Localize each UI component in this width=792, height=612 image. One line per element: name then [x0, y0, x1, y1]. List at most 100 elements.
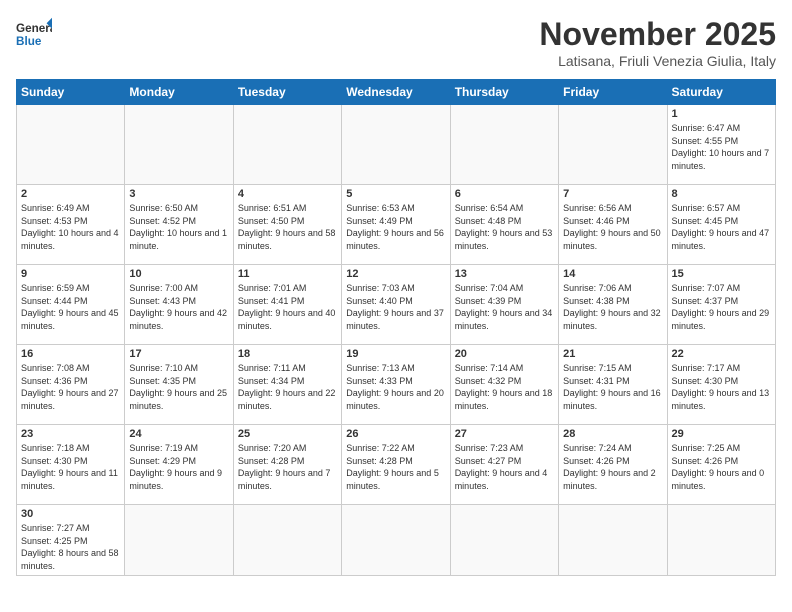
calendar-cell: 8 Sunrise: 6:57 AM Sunset: 4:45 PM Daylig…: [667, 185, 775, 265]
day-number: 8: [672, 188, 771, 200]
day-info: Sunrise: 7:10 AM Sunset: 4:35 PM Dayligh…: [129, 362, 228, 412]
day-info: Sunrise: 6:50 AM Sunset: 4:52 PM Dayligh…: [129, 202, 228, 252]
day-info: Sunrise: 7:01 AM Sunset: 4:41 PM Dayligh…: [238, 282, 337, 332]
calendar-cell: 22 Sunrise: 7:17 AM Sunset: 4:30 PM Dayli…: [667, 345, 775, 425]
day-info: Sunrise: 6:49 AM Sunset: 4:53 PM Dayligh…: [21, 202, 120, 252]
day-number: 19: [346, 348, 445, 360]
day-info: Sunrise: 6:57 AM Sunset: 4:45 PM Dayligh…: [672, 202, 771, 252]
day-info: Sunrise: 7:27 AM Sunset: 4:25 PM Dayligh…: [21, 522, 120, 572]
col-monday: Monday: [125, 80, 233, 105]
header-row: Sunday Monday Tuesday Wednesday Thursday…: [17, 80, 776, 105]
calendar-week-4: 16 Sunrise: 7:08 AM Sunset: 4:36 PM Dayli…: [17, 345, 776, 425]
calendar-cell: [342, 105, 450, 185]
col-saturday: Saturday: [667, 80, 775, 105]
calendar-cell: 21 Sunrise: 7:15 AM Sunset: 4:31 PM Dayli…: [559, 345, 667, 425]
day-number: 2: [21, 188, 120, 200]
day-info: Sunrise: 7:22 AM Sunset: 4:28 PM Dayligh…: [346, 442, 445, 492]
calendar-week-2: 2 Sunrise: 6:49 AM Sunset: 4:53 PM Daylig…: [17, 185, 776, 265]
calendar-cell: 30Sunrise: 7:27 AM Sunset: 4:25 PM Dayli…: [17, 505, 125, 576]
day-number: 12: [346, 268, 445, 280]
day-number: 3: [129, 188, 228, 200]
calendar-cell: [125, 105, 233, 185]
calendar-week-3: 9 Sunrise: 6:59 AM Sunset: 4:44 PM Daylig…: [17, 265, 776, 345]
calendar-week-6: 30Sunrise: 7:27 AM Sunset: 4:25 PM Dayli…: [17, 505, 776, 576]
calendar-cell: 27 Sunrise: 7:23 AM Sunset: 4:27 PM Dayli…: [450, 425, 558, 505]
calendar-cell: 13Sunrise: 7:04 AM Sunset: 4:39 PM Dayli…: [450, 265, 558, 345]
calendar-cell: 24 Sunrise: 7:19 AM Sunset: 4:29 PM Dayli…: [125, 425, 233, 505]
generalblue-icon: General Blue: [16, 16, 52, 52]
calendar-cell: [667, 505, 775, 576]
col-sunday: Sunday: [17, 80, 125, 105]
day-info: Sunrise: 7:08 AM Sunset: 4:36 PM Dayligh…: [21, 362, 120, 412]
day-number: 21: [563, 348, 662, 360]
calendar-cell: 6Sunrise: 6:54 AM Sunset: 4:48 PM Daylig…: [450, 185, 558, 265]
calendar-cell: 19 Sunrise: 7:13 AM Sunset: 4:33 PM Dayli…: [342, 345, 450, 425]
day-number: 1: [672, 108, 771, 120]
day-info: Sunrise: 7:17 AM Sunset: 4:30 PM Dayligh…: [672, 362, 771, 412]
day-info: Sunrise: 7:15 AM Sunset: 4:31 PM Dayligh…: [563, 362, 662, 412]
calendar-cell: 15 Sunrise: 7:07 AM Sunset: 4:37 PM Dayli…: [667, 265, 775, 345]
day-info: Sunrise: 7:14 AM Sunset: 4:32 PM Dayligh…: [455, 362, 554, 412]
day-number: 9: [21, 268, 120, 280]
day-info: Sunrise: 6:47 AM Sunset: 4:55 PM Dayligh…: [672, 122, 771, 172]
calendar-cell: [342, 505, 450, 576]
day-number: 11: [238, 268, 337, 280]
calendar-cell: [559, 105, 667, 185]
day-number: 15: [672, 268, 771, 280]
calendar-cell: [450, 505, 558, 576]
day-number: 22: [672, 348, 771, 360]
calendar-subtitle: Latisana, Friuli Venezia Giulia, Italy: [539, 53, 776, 69]
day-number: 16: [21, 348, 120, 360]
day-number: 29: [672, 428, 771, 440]
day-number: 7: [563, 188, 662, 200]
calendar-header: Sunday Monday Tuesday Wednesday Thursday…: [17, 80, 776, 105]
day-number: 27: [455, 428, 554, 440]
day-number: 14: [563, 268, 662, 280]
calendar-cell: 11 Sunrise: 7:01 AM Sunset: 4:41 PM Dayli…: [233, 265, 341, 345]
day-info: Sunrise: 7:23 AM Sunset: 4:27 PM Dayligh…: [455, 442, 554, 492]
calendar-cell: 3 Sunrise: 6:50 AM Sunset: 4:52 PM Daylig…: [125, 185, 233, 265]
col-wednesday: Wednesday: [342, 80, 450, 105]
calendar-cell: 14Sunrise: 7:06 AM Sunset: 4:38 PM Dayli…: [559, 265, 667, 345]
calendar-cell: 2 Sunrise: 6:49 AM Sunset: 4:53 PM Daylig…: [17, 185, 125, 265]
day-info: Sunrise: 7:04 AM Sunset: 4:39 PM Dayligh…: [455, 282, 554, 332]
day-info: Sunrise: 7:03 AM Sunset: 4:40 PM Dayligh…: [346, 282, 445, 332]
calendar-title: November 2025: [539, 16, 776, 53]
calendar-cell: 20 Sunrise: 7:14 AM Sunset: 4:32 PM Dayli…: [450, 345, 558, 425]
day-info: Sunrise: 7:25 AM Sunset: 4:26 PM Dayligh…: [672, 442, 771, 492]
day-info: Sunrise: 6:59 AM Sunset: 4:44 PM Dayligh…: [21, 282, 120, 332]
calendar-cell: [450, 105, 558, 185]
calendar-body: 1 Sunrise: 6:47 AM Sunset: 4:55 PM Daylig…: [17, 105, 776, 576]
day-number: 10: [129, 268, 228, 280]
day-number: 23: [21, 428, 120, 440]
col-tuesday: Tuesday: [233, 80, 341, 105]
calendar-cell: 5 Sunrise: 6:53 AM Sunset: 4:49 PM Daylig…: [342, 185, 450, 265]
calendar-cell: 23Sunrise: 7:18 AM Sunset: 4:30 PM Dayli…: [17, 425, 125, 505]
logo: General Blue: [16, 16, 52, 52]
day-info: Sunrise: 6:51 AM Sunset: 4:50 PM Dayligh…: [238, 202, 337, 252]
svg-text:Blue: Blue: [16, 35, 42, 48]
calendar-cell: 26Sunrise: 7:22 AM Sunset: 4:28 PM Dayli…: [342, 425, 450, 505]
col-thursday: Thursday: [450, 80, 558, 105]
calendar-cell: 7Sunrise: 6:56 AM Sunset: 4:46 PM Daylig…: [559, 185, 667, 265]
day-info: Sunrise: 7:13 AM Sunset: 4:33 PM Dayligh…: [346, 362, 445, 412]
day-number: 28: [563, 428, 662, 440]
day-number: 20: [455, 348, 554, 360]
calendar-cell: 1 Sunrise: 6:47 AM Sunset: 4:55 PM Daylig…: [667, 105, 775, 185]
day-info: Sunrise: 6:53 AM Sunset: 4:49 PM Dayligh…: [346, 202, 445, 252]
col-friday: Friday: [559, 80, 667, 105]
calendar-cell: 10Sunrise: 7:00 AM Sunset: 4:43 PM Dayli…: [125, 265, 233, 345]
day-info: Sunrise: 7:19 AM Sunset: 4:29 PM Dayligh…: [129, 442, 228, 492]
calendar-cell: 18Sunrise: 7:11 AM Sunset: 4:34 PM Dayli…: [233, 345, 341, 425]
calendar-cell: 16 Sunrise: 7:08 AM Sunset: 4:36 PM Dayli…: [17, 345, 125, 425]
day-info: Sunrise: 7:07 AM Sunset: 4:37 PM Dayligh…: [672, 282, 771, 332]
calendar-cell: [233, 105, 341, 185]
day-number: 5: [346, 188, 445, 200]
title-block: November 2025 Latisana, Friuli Venezia G…: [539, 16, 776, 69]
calendar-cell: [559, 505, 667, 576]
calendar-cell: 25Sunrise: 7:20 AM Sunset: 4:28 PM Dayli…: [233, 425, 341, 505]
calendar-cell: [233, 505, 341, 576]
day-number: 24: [129, 428, 228, 440]
calendar-cell: 4 Sunrise: 6:51 AM Sunset: 4:50 PM Daylig…: [233, 185, 341, 265]
day-number: 4: [238, 188, 337, 200]
